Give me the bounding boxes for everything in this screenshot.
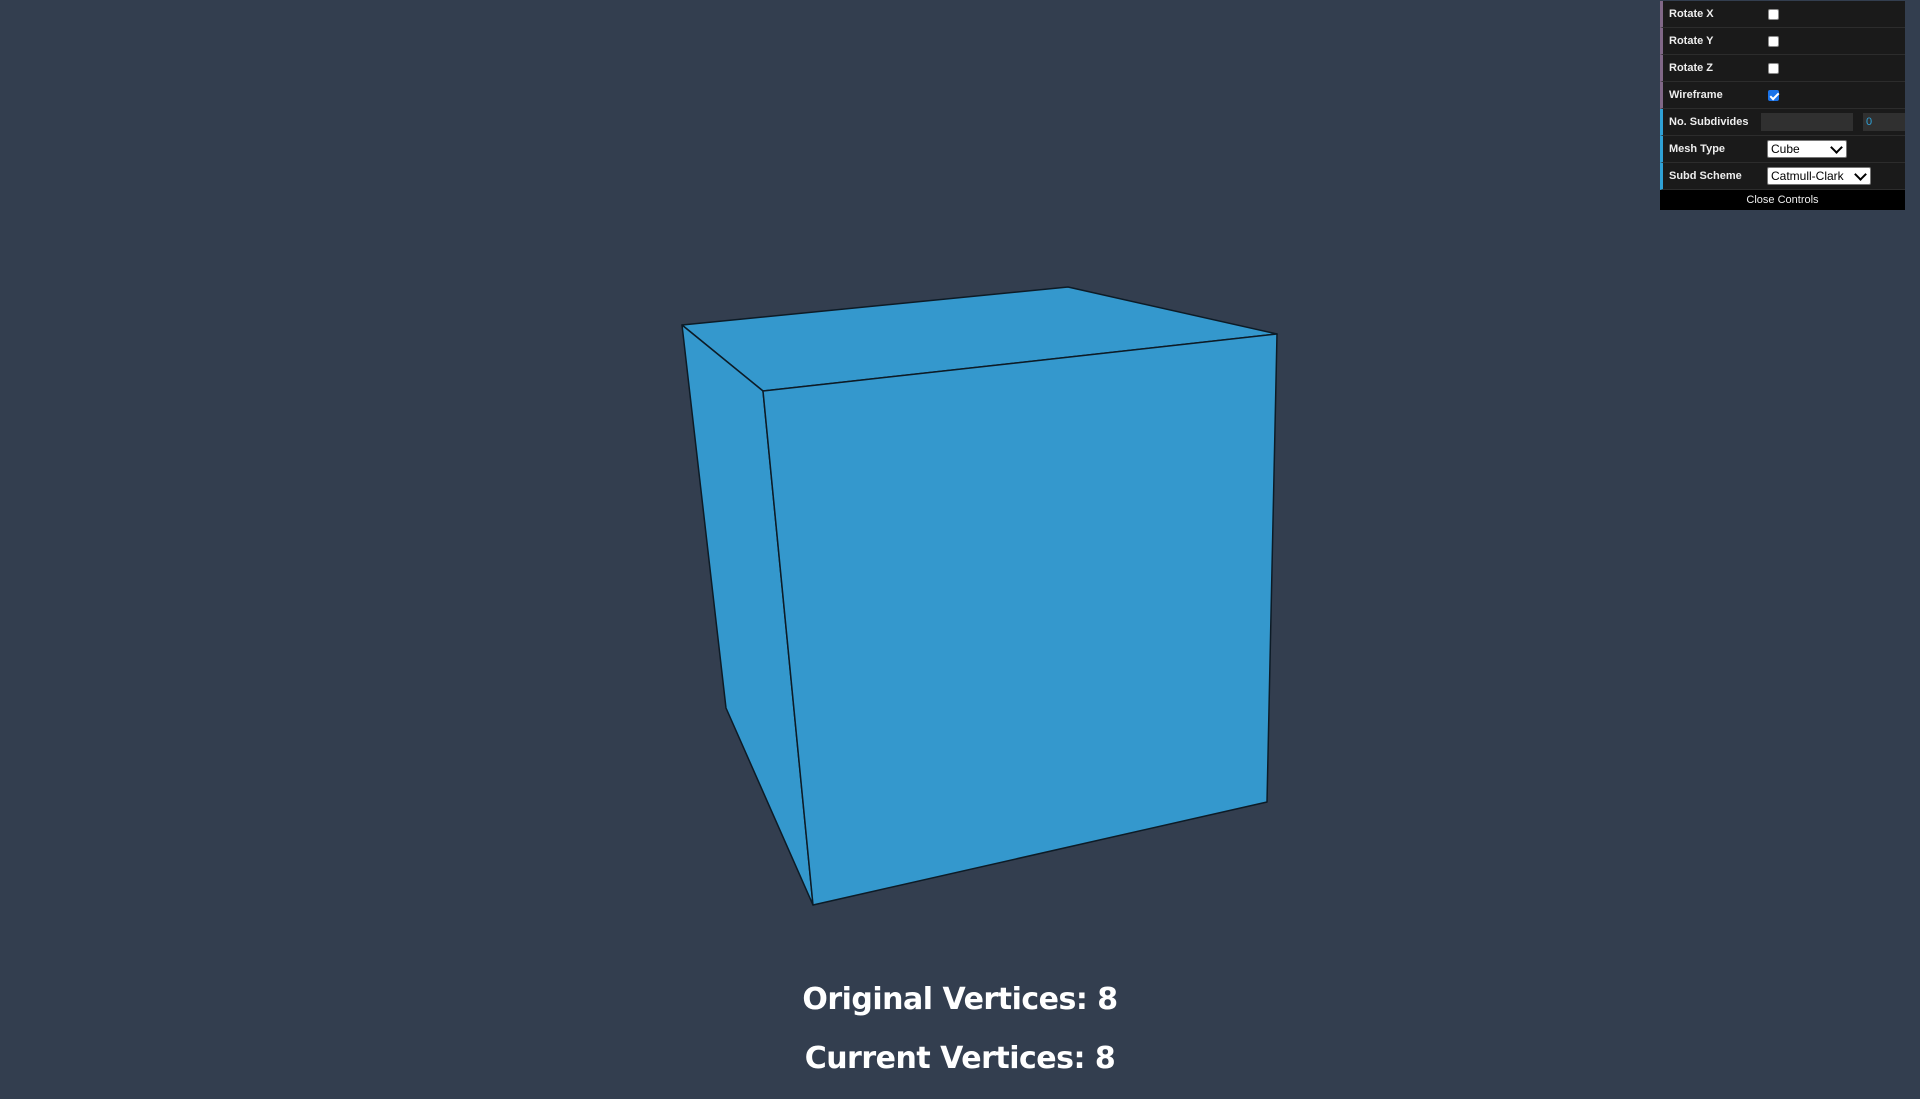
render-viewport[interactable] [0,0,1920,1099]
wireframe-checkbox[interactable] [1768,89,1779,101]
current-vertices-count: Current Vertices: 8 [804,1041,1116,1076]
original-vertices-count: Original Vertices: 8 [802,982,1118,1017]
wireframe-label: Wireframe [1669,89,1723,101]
subdivides-row: No. Subdivides 0 [1660,109,1905,136]
rotate-y-row[interactable]: Rotate Y [1660,28,1905,55]
rotate-z-row[interactable]: Rotate Z [1660,55,1905,82]
chevron-down-icon [1854,167,1867,181]
rotate-z-checkbox[interactable] [1768,62,1779,74]
rotate-y-checkbox[interactable] [1768,35,1779,47]
subdivides-slider[interactable] [1761,113,1853,131]
rotate-x-checkbox[interactable] [1768,8,1779,20]
chevron-down-icon [1830,140,1843,154]
subd-scheme-select[interactable]: Catmull-Clark [1767,167,1871,185]
mesh-canvas [681,286,1278,906]
mesh-type-label: Mesh Type [1669,143,1726,155]
mesh-type-value: Cube [1771,142,1800,156]
wireframe-row[interactable]: Wireframe [1660,82,1905,109]
controls-panel: Rotate X Rotate Y Rotate Z Wireframe No.… [1660,1,1905,210]
subd-scheme-label: Subd Scheme [1669,170,1742,182]
subdivides-input[interactable]: 0 [1863,113,1905,131]
rotate-x-row[interactable]: Rotate X [1660,1,1905,28]
cube-face-front [762,333,1278,906]
subd-scheme-value: Catmull-Clark [1771,169,1844,183]
subd-scheme-row: Subd Scheme Catmull-Clark [1660,163,1905,190]
rotate-y-label: Rotate Y [1669,35,1714,47]
close-controls-button[interactable]: Close Controls [1660,190,1905,210]
mesh-type-row: Mesh Type Cube [1660,136,1905,163]
rotate-x-label: Rotate X [1669,8,1714,20]
mesh-type-select[interactable]: Cube [1767,140,1847,158]
subdivides-label: No. Subdivides [1669,116,1749,128]
rotate-z-label: Rotate Z [1669,62,1713,74]
